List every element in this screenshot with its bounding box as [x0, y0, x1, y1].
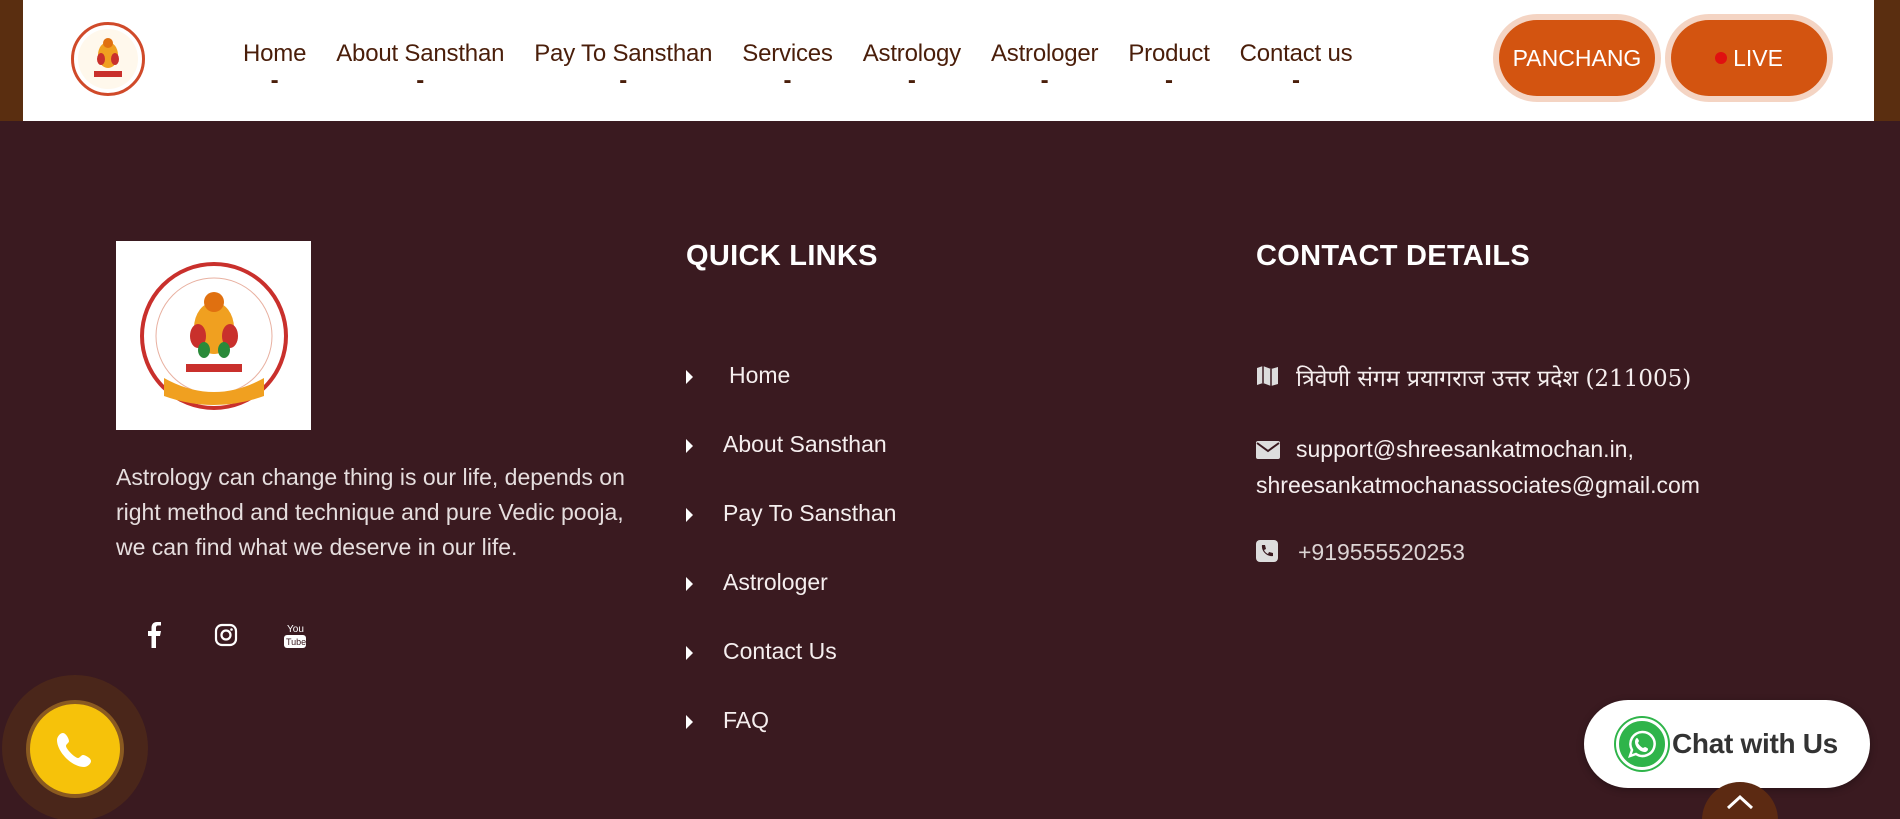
- nav-astrologer[interactable]: Astrologer -: [990, 40, 1099, 94]
- main-nav: Home - About Sansthan - Pay To Sansthan …: [243, 40, 1382, 94]
- phone-square-icon: [1256, 537, 1282, 571]
- youtube-icon[interactable]: You Tube: [282, 618, 350, 652]
- address-text: त्रिवेणी संगम प्रयागराज उत्तर प्रदेश (21…: [1296, 366, 1692, 392]
- quick-links-title: QUICK LINKS: [686, 240, 878, 272]
- svg-text:You: You: [287, 624, 304, 635]
- site-header: Home - About Sansthan - Pay To Sansthan …: [23, 0, 1874, 121]
- caret-right-icon: [686, 508, 693, 522]
- quick-link-home[interactable]: Home: [686, 362, 896, 431]
- nav-astrologer-label: Astrologer: [990, 40, 1099, 67]
- call-button[interactable]: [26, 700, 124, 798]
- nav-about-sansthan[interactable]: About Sansthan -: [336, 40, 504, 94]
- nav-dash: -: [783, 67, 792, 94]
- nav-dash: -: [270, 67, 279, 94]
- caret-right-icon: [686, 370, 693, 384]
- whatsapp-icon: [1616, 718, 1668, 770]
- nav-dash: -: [1165, 67, 1174, 94]
- email-line-2: shreesankatmochanassociates@gmail.com: [1256, 471, 1700, 498]
- panchang-label: PANCHANG: [1512, 44, 1642, 71]
- map-icon: [1256, 363, 1282, 397]
- nav-dash: -: [1292, 67, 1301, 94]
- deity-logo-icon: [78, 29, 138, 89]
- contact-details-title: CONTACT DETAILS: [1256, 240, 1531, 272]
- caret-right-icon: [686, 439, 693, 453]
- nav-about-label: About Sansthan: [336, 40, 505, 67]
- live-label: LIVE: [1733, 44, 1783, 71]
- nav-services[interactable]: Services -: [742, 40, 833, 94]
- caret-right-icon: [686, 577, 693, 591]
- footer-logo: [116, 241, 311, 430]
- nav-services-label: Services: [742, 40, 833, 67]
- phone-text: +919555520253: [1298, 539, 1465, 565]
- caret-right-icon: [686, 715, 693, 729]
- nav-home-label: Home: [243, 40, 307, 67]
- chat-label: Chat with Us: [1672, 728, 1838, 759]
- live-dot-icon: [1715, 52, 1728, 64]
- header-edge-left: [0, 0, 23, 121]
- contact-address: त्रिवेणी संगम प्रयागराज उत्तर प्रदेश (21…: [1256, 362, 1691, 397]
- header-edge-right: [1874, 0, 1900, 121]
- chevron-up-icon: [1726, 794, 1754, 810]
- nav-dash: -: [1040, 67, 1049, 94]
- quick-link-pay-to-sansthan[interactable]: Pay To Sansthan: [686, 500, 896, 569]
- quick-link-label: Home: [729, 362, 791, 388]
- nav-product-label: Product: [1128, 40, 1210, 67]
- quick-link-label: FAQ: [723, 707, 770, 733]
- quick-link-label: Pay To Sansthan: [723, 500, 897, 526]
- instagram-icon[interactable]: [214, 618, 282, 652]
- quick-links-list: Home About Sansthan Pay To Sansthan Astr…: [686, 362, 896, 776]
- nav-astrology-label: Astrology: [862, 40, 961, 67]
- quick-link-faq[interactable]: FAQ: [686, 707, 896, 776]
- caret-right-icon: [686, 646, 693, 660]
- nav-astrology[interactable]: Astrology -: [863, 40, 961, 94]
- nav-dash: -: [619, 67, 628, 94]
- nav-pay-to-sansthan[interactable]: Pay To Sansthan -: [534, 40, 712, 94]
- nav-contact-label: Contact us: [1239, 40, 1353, 67]
- footer-deity-logo-icon: [139, 261, 288, 410]
- nav-home[interactable]: Home -: [243, 40, 306, 94]
- nav-dash: -: [416, 67, 425, 94]
- panchang-button[interactable]: PANCHANG: [1499, 20, 1655, 96]
- about-text: Astrology can change thing is our life, …: [116, 464, 625, 560]
- email-line-1: support@shreesankatmochan.in,: [1296, 436, 1634, 462]
- quick-link-label: Contact Us: [723, 638, 837, 664]
- site-logo[interactable]: [71, 22, 145, 96]
- whatsapp-chat-button[interactable]: Chat with Us: [1584, 700, 1870, 788]
- quick-link-label: About Sansthan: [723, 431, 887, 457]
- nav-pay-label: Pay To Sansthan: [534, 40, 713, 67]
- quick-link-about-sansthan[interactable]: About Sansthan: [686, 431, 896, 500]
- phone-icon: [57, 733, 91, 767]
- envelope-icon: [1256, 434, 1282, 468]
- facebook-icon[interactable]: [146, 618, 214, 652]
- nav-product[interactable]: Product -: [1128, 40, 1210, 94]
- quick-link-label: Astrologer: [723, 569, 828, 595]
- quick-link-contact-us[interactable]: Contact Us: [686, 638, 896, 707]
- contact-phone[interactable]: +919555520253: [1256, 535, 1465, 571]
- svg-text:Tube: Tube: [286, 637, 306, 647]
- live-button[interactable]: LIVE: [1671, 20, 1827, 96]
- quick-link-astrologer[interactable]: Astrologer: [686, 569, 896, 638]
- contact-email[interactable]: support@shreesankatmochan.in, shreesanka…: [1256, 432, 1700, 502]
- nav-contact-us[interactable]: Contact us -: [1240, 40, 1353, 94]
- social-links: You Tube: [146, 618, 350, 652]
- nav-dash: -: [907, 67, 916, 94]
